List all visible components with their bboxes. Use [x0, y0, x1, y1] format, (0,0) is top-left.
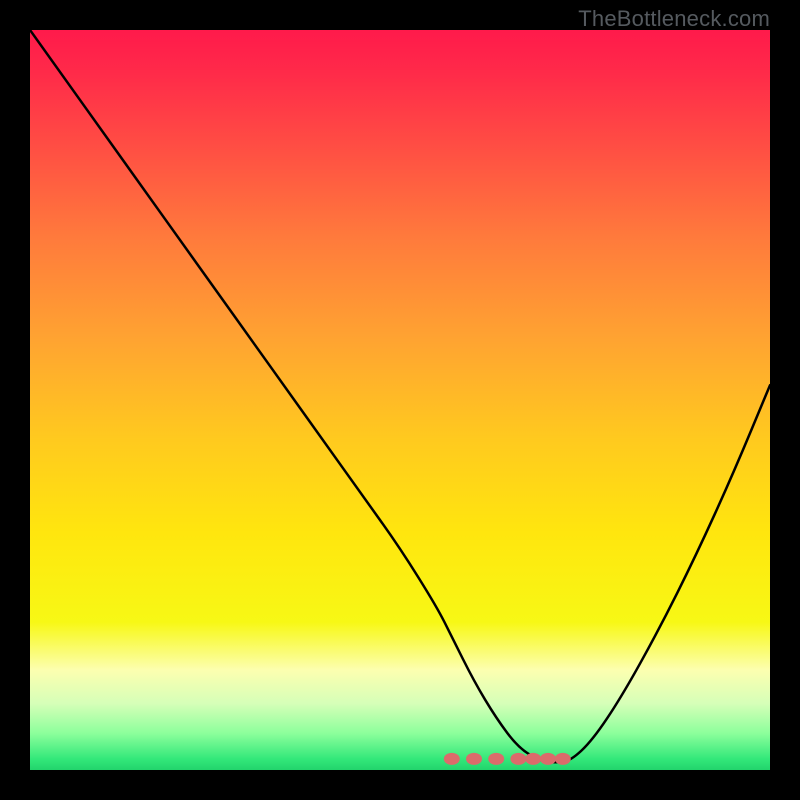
plot-area — [30, 30, 770, 770]
sweet-spot-marker — [525, 753, 541, 765]
sweet-spot-marker — [540, 753, 556, 765]
sweet-spot-marker — [555, 753, 571, 765]
curve-line — [30, 30, 770, 762]
bottleneck-curve — [30, 30, 770, 770]
sweet-spot-marker — [466, 753, 482, 765]
sweet-spot-marker — [444, 753, 460, 765]
watermark-text: TheBottleneck.com — [578, 6, 770, 32]
sweet-spot-marker — [488, 753, 504, 765]
sweet-spot-markers — [444, 753, 571, 765]
sweet-spot-marker — [510, 753, 526, 765]
chart-frame: TheBottleneck.com — [0, 0, 800, 800]
